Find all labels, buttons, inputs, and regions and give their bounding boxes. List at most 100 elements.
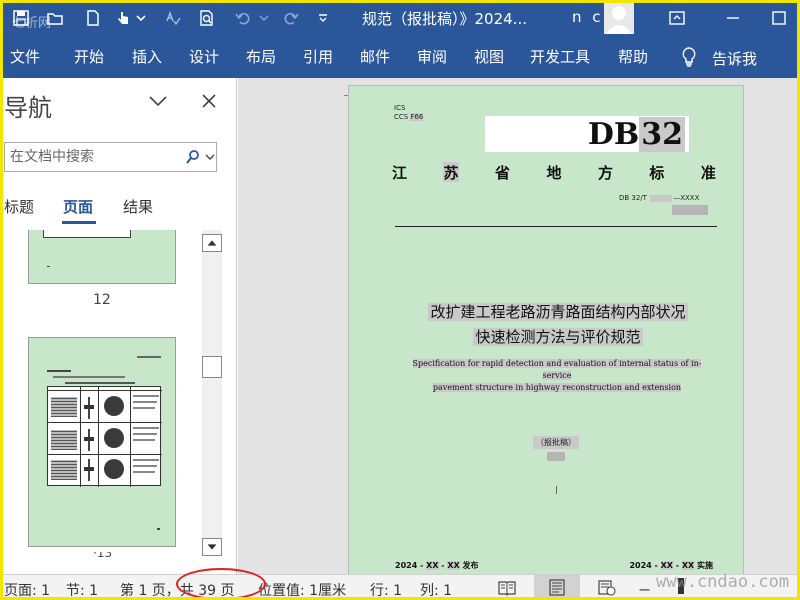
ribbon-display-options-icon[interactable] [666,8,688,28]
redacted-field [672,205,708,215]
implement-day: XX [681,561,695,570]
chevron-down-icon[interactable] [148,94,168,108]
status-position[interactable]: 位置值: 1厘米 [258,580,346,600]
implement-month: XX [660,561,673,570]
site-watermark: www.cndao.com [656,572,790,592]
tab-review[interactable]: 审阅 [417,46,447,67]
status-line[interactable]: 行: 1 [370,580,402,600]
standard-document-number: DB 32/T —XXXX [619,194,699,202]
tab-developer[interactable]: 开发工具 [530,46,590,67]
tab-home[interactable]: 开始 [74,46,104,67]
nav-tab-results[interactable]: 结果 [123,196,153,217]
publish-date: 2024 - XX - XX 发布 [395,561,479,570]
document-title-line: 快速检测方法与评价规范 [473,328,643,346]
publish-day: XX [447,561,460,570]
province-char: 标 [649,164,665,182]
window-title: 规范（报批稿）》2024... [362,10,527,28]
new-document-icon[interactable] [82,8,104,28]
nav-tab-pages[interactable]: 页面 [63,196,93,217]
tab-file[interactable]: 文件 [10,46,40,67]
nav-tab-headings[interactable]: 标题 [4,196,34,217]
nav-scrollbar-track[interactable] [202,230,222,556]
page-thumbnail-number-partial: ·13 [93,552,112,558]
english-title-line: pavement structure in highway reconstruc… [432,383,682,392]
nav-scrollbar-thumb[interactable] [202,356,222,378]
province-char: 地 [546,164,562,182]
page-thumbnail[interactable] [28,337,176,547]
page-thumbnail-number: 12 [93,292,111,308]
scroll-up-button[interactable] [202,234,222,252]
implement-year: 2024 [629,561,652,570]
print-layout-icon[interactable] [548,579,566,596]
top-watermark: 七析网 [12,16,52,31]
standard-code: DB32 [588,117,685,152]
document-title: 改扩建工程老路沥青路面结构内部状况 快速检测方法与评价规范 [405,300,711,350]
document-page[interactable]: ICS CCS F66 DB32 江 苏 省 地 方 标 准 DB 32/T —… [348,85,744,574]
status-section[interactable]: 节: 1 [66,580,98,600]
status-page[interactable]: 页面: 1 [4,580,50,600]
search-options-chevron-icon[interactable] [205,153,215,161]
chevron-down-icon[interactable] [134,8,148,28]
title-bar: 七析网 规范（报批稿）》2024... n c [0,0,800,36]
province-char: 江 [392,164,408,182]
tab-layout[interactable]: 布局 [246,46,276,67]
print-preview-icon[interactable] [196,8,218,28]
standard-number-prefix: DB 32/T [619,194,647,202]
tab-design[interactable]: 设计 [189,46,219,67]
nav-pane-title: 导航 [4,94,52,122]
ccs-label: CCS [394,113,409,121]
close-icon[interactable] [200,92,218,110]
publish-month: XX [426,561,439,570]
tab-help[interactable]: 帮助 [618,46,648,67]
minimize-icon[interactable] [722,8,744,28]
standard-number-suffix: —XXXX [673,194,700,202]
province-char: 省 [494,164,510,182]
publish-year: 2024 [395,561,418,570]
web-layout-icon[interactable] [598,579,616,596]
undo-dropdown-icon[interactable] [258,8,270,28]
document-canvas[interactable]: ICS CCS F66 DB32 江 苏 省 地 方 标 准 DB 32/T —… [238,78,800,574]
nav-search-box[interactable] [4,142,217,172]
redo-icon[interactable] [280,8,302,28]
province-char: 准 [700,164,716,182]
user-name[interactable]: n c [572,8,604,26]
customize-toolbar-icon[interactable] [316,8,330,28]
navigation-pane: 导航 标题 页面 结果 12 [0,78,237,574]
annotation-circle [176,568,266,600]
read-mode-icon[interactable] [498,579,516,596]
province-char: 苏 [443,162,459,182]
english-title-line: Specification for rapid detection and ev… [412,359,702,380]
tab-mailings[interactable]: 邮件 [360,46,390,67]
ccs-code: F66 [410,113,424,121]
touch-mode-icon[interactable] [112,8,134,28]
province-char: 方 [597,164,613,182]
province-standard-heading: 江 苏 省 地 方 标 准 [392,162,716,182]
avatar[interactable] [604,2,634,34]
draft-status-label: （报批稿） [533,436,579,449]
search-icon[interactable] [185,149,201,165]
restore-icon[interactable] [768,8,790,28]
active-tab-indicator [62,221,96,224]
status-column[interactable]: 列: 1 [420,580,452,600]
tab-view[interactable]: 视图 [474,46,504,67]
undo-icon[interactable] [232,8,254,28]
redacted-field [547,452,565,461]
zoom-out-button[interactable]: − [638,580,651,599]
publish-label: 发布 [462,561,479,570]
ics-ccs-labels: ICS CCS F66 [394,104,424,122]
text-cursor [556,486,557,494]
page-thumbnail[interactable] [28,230,176,284]
search-input[interactable] [5,143,177,171]
tell-me-search[interactable]: 告诉我 [712,48,757,69]
standard-number: 32 [639,117,685,152]
standard-prefix: DB [587,117,640,152]
implement-date: 2024 - XX - XX 实施 [629,561,713,570]
tab-references[interactable]: 引用 [303,46,333,67]
scroll-down-button[interactable] [202,538,222,556]
lightbulb-icon[interactable] [680,46,698,68]
implement-label: 实施 [697,561,713,570]
redacted-field [650,194,673,202]
header-rule [395,226,717,227]
spelling-icon[interactable] [162,8,184,28]
tab-insert[interactable]: 插入 [132,46,162,67]
